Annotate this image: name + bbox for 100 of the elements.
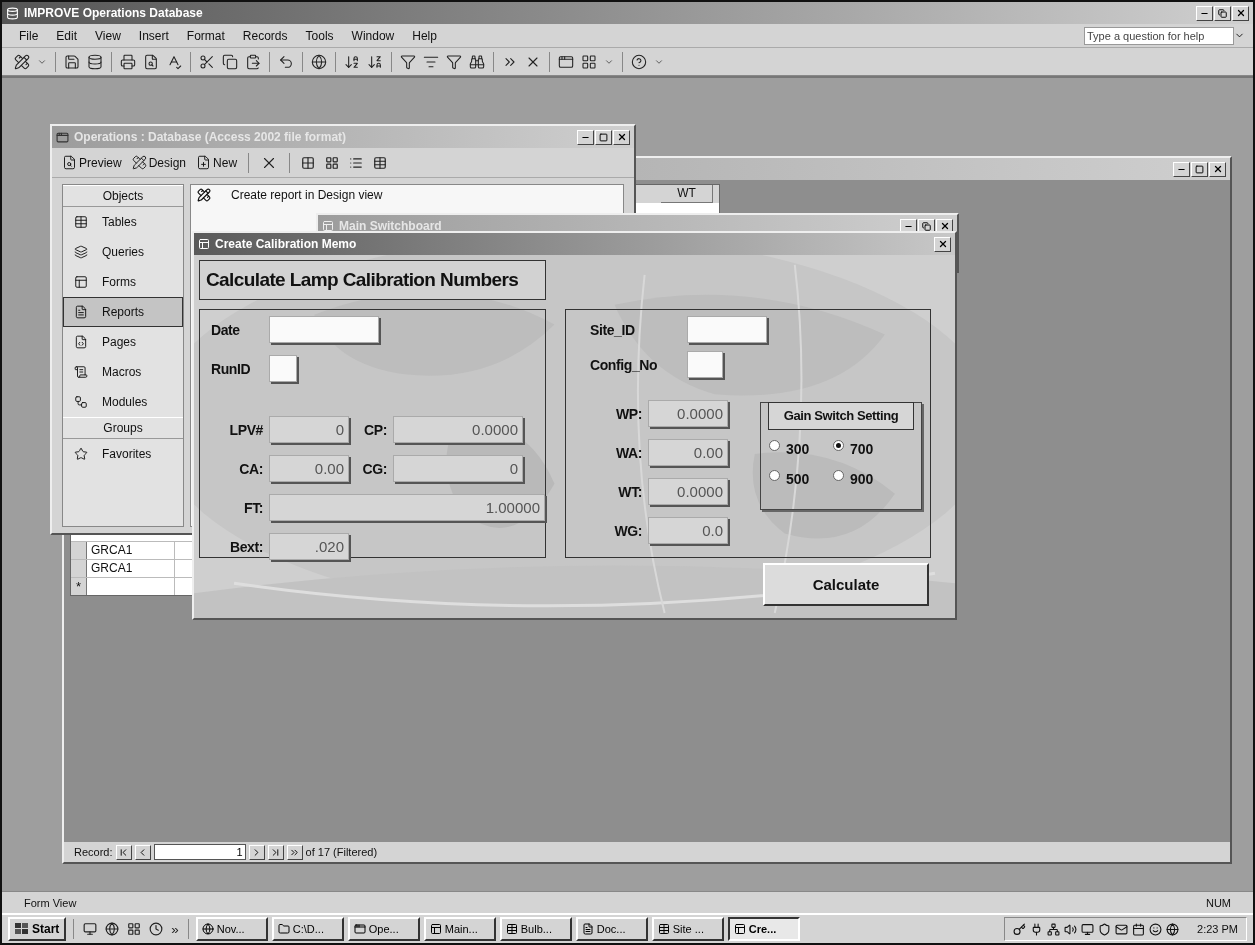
status-text: NUM	[1205, 896, 1231, 909]
spelling-icon	[166, 53, 182, 70]
mail-icon[interactable]	[1115, 922, 1129, 936]
taskbar-button[interactable]: Bulb...	[499, 917, 572, 941]
network-icon[interactable]	[1047, 922, 1061, 936]
new-object-icon	[581, 53, 597, 70]
calculate-button[interactable]: Calculate	[763, 563, 929, 606]
object-item[interactable]: Tables	[63, 207, 183, 237]
radio-option[interactable]: 900	[833, 471, 897, 487]
record-number-field[interactable]: 1	[153, 844, 246, 860]
help-search-field[interactable]: Type a question for help	[1084, 26, 1234, 45]
report-icon	[74, 305, 88, 319]
input-field[interactable]	[269, 316, 379, 343]
menu-item[interactable]: Tools	[296, 26, 343, 45]
readout-field: .020	[269, 533, 349, 560]
toolbar-button[interactable]: New	[194, 154, 240, 171]
taskbar-button[interactable]: Ope...	[347, 917, 420, 941]
maximize-button[interactable]	[1191, 161, 1208, 177]
more-button[interactable]: »	[169, 919, 181, 939]
close-button[interactable]	[1232, 5, 1249, 21]
menu-item[interactable]: Records	[233, 26, 297, 45]
menu-item[interactable]: Help	[403, 26, 446, 45]
key-icon[interactable]	[1013, 922, 1027, 936]
taskbar-button[interactable]: Doc...	[575, 917, 648, 941]
radio-option[interactable]: 700	[833, 441, 897, 457]
taskbar-button[interactable]: Site ...	[651, 917, 724, 941]
row-selector[interactable]	[71, 560, 87, 577]
start-button[interactable]: Start	[8, 917, 67, 941]
input-field[interactable]	[687, 316, 767, 343]
object-item[interactable]: Reports	[63, 297, 183, 327]
design-view-icon	[14, 53, 30, 70]
minimize-button[interactable]	[1173, 161, 1190, 177]
taskbar-button[interactable]: C:\D...	[271, 917, 344, 941]
close-button[interactable]	[613, 129, 630, 145]
speaker-icon[interactable]	[1064, 922, 1078, 936]
field-label: Config_No	[590, 356, 659, 373]
object-item[interactable]: Pages	[63, 327, 183, 357]
close-button[interactable]	[934, 236, 951, 252]
window-icon	[353, 923, 366, 935]
taskbar-button[interactable]: Nov...	[195, 917, 268, 941]
globe-icon[interactable]	[1166, 922, 1180, 936]
radio-button[interactable]	[833, 469, 844, 481]
object-item[interactable]: Queries	[63, 237, 183, 267]
monitor-icon[interactable]	[1081, 922, 1095, 936]
smiley-icon[interactable]	[1149, 922, 1163, 936]
object-item[interactable]: Forms	[63, 267, 183, 297]
input-field[interactable]	[269, 355, 297, 382]
minimize-button[interactable]	[577, 129, 594, 145]
radio-button[interactable]	[769, 469, 780, 481]
globe-icon	[105, 922, 120, 936]
restore-button[interactable]	[1214, 5, 1231, 21]
table-icon	[505, 923, 518, 935]
print-preview-icon	[143, 53, 159, 70]
taskbar-button[interactable]: Main...	[423, 917, 496, 941]
query-icon	[74, 245, 88, 259]
radio-option[interactable]: 500	[769, 471, 833, 487]
form-icon	[429, 923, 442, 935]
last-record-button[interactable]	[267, 844, 284, 860]
menu-item[interactable]: View	[86, 26, 130, 45]
taskbar-button[interactable]: Cre...	[727, 917, 800, 941]
window-icon	[558, 53, 574, 70]
shield-icon[interactable]	[1098, 922, 1112, 936]
first-record-button[interactable]	[115, 844, 132, 860]
column-header[interactable]: WT	[661, 185, 713, 203]
field-label: WG:	[613, 522, 643, 539]
object-item[interactable]: Macros	[63, 357, 183, 387]
group-header[interactable]: Groups	[63, 417, 183, 439]
menu-item[interactable]: Insert	[129, 26, 178, 45]
object-item[interactable]: Favorites	[63, 439, 183, 469]
toolbar-button[interactable]: Design	[129, 154, 189, 171]
save-icon	[64, 53, 80, 70]
radio-button[interactable]	[833, 439, 844, 451]
close-button[interactable]	[1209, 161, 1226, 177]
new-record-button[interactable]	[286, 844, 303, 860]
form-icon	[74, 275, 88, 289]
maximize-button[interactable]	[595, 129, 612, 145]
menu-item[interactable]: Format	[177, 26, 234, 45]
calendar-icon[interactable]	[1132, 922, 1146, 936]
readout-field: 0.0	[648, 517, 728, 544]
input-field[interactable]	[687, 351, 723, 378]
database-icon	[87, 53, 103, 70]
menu-item[interactable]: Edit	[47, 26, 87, 45]
menu-item[interactable]: File	[10, 26, 48, 45]
toolbar-button[interactable]: Preview	[60, 154, 124, 171]
next-record-button[interactable]	[248, 844, 265, 860]
object-item[interactable]: Modules	[63, 387, 183, 417]
field-label: FT:	[243, 499, 264, 516]
grid-icon	[127, 922, 142, 936]
list-item[interactable]: Create report in Design view	[191, 185, 623, 205]
menu-item[interactable]: Window	[342, 26, 404, 45]
table-icon	[373, 155, 388, 170]
design-icon	[197, 188, 211, 202]
group-header[interactable]: Objects	[63, 185, 183, 207]
row-selector[interactable]	[71, 542, 87, 559]
radio-option[interactable]: 300	[769, 441, 833, 457]
radio-button[interactable]	[769, 439, 780, 451]
previous-record-button[interactable]	[134, 844, 151, 860]
minimize-button[interactable]	[1196, 5, 1213, 21]
field-label: LPV#	[228, 421, 264, 438]
windows-logo-icon	[15, 923, 29, 935]
